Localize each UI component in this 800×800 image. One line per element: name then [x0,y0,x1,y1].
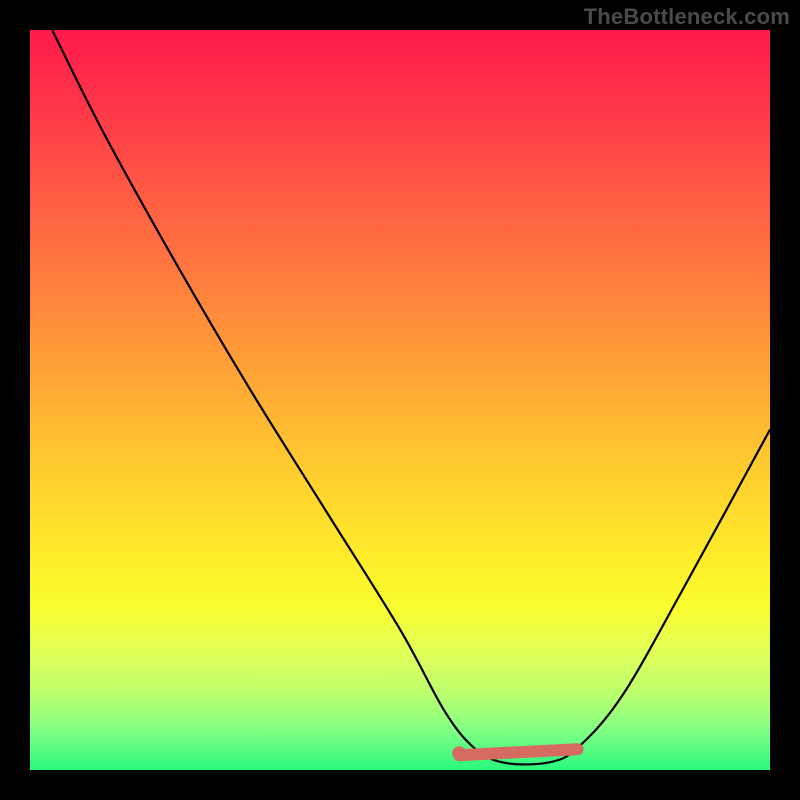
bottleneck-curve [52,30,770,764]
watermark-text: TheBottleneck.com [584,4,790,30]
chart-frame: TheBottleneck.com [0,0,800,800]
plot-area [30,30,770,770]
sweet-spot-range [459,749,577,755]
chart-svg [30,30,770,770]
sweet-spot-start-dot [452,746,466,760]
